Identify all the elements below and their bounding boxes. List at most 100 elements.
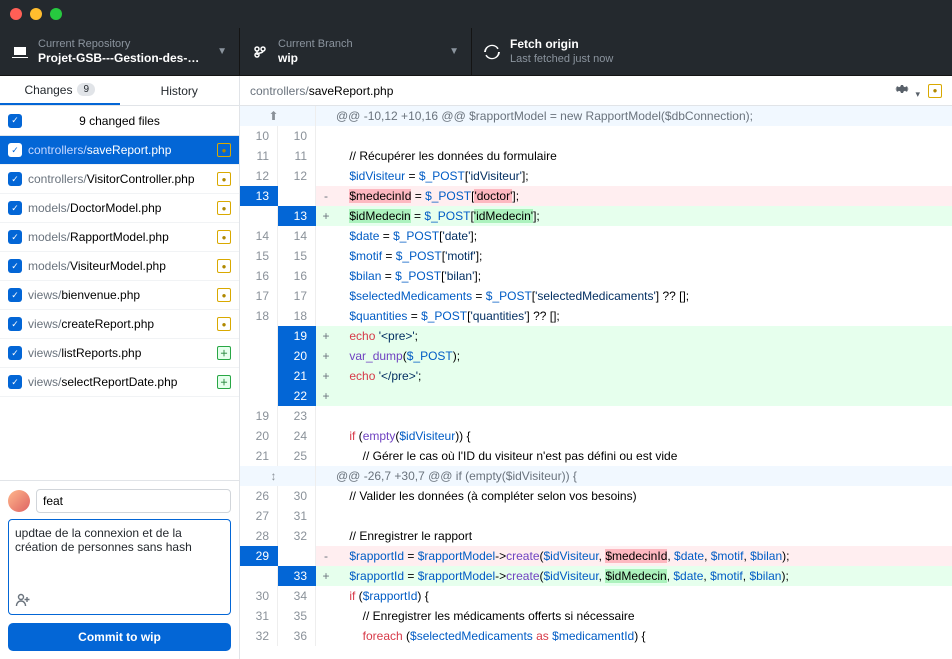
diff-line[interactable]: 2832 // Enregistrer le rapport	[240, 526, 952, 546]
line-number-old: 27	[240, 506, 278, 526]
repo-label: Current Repository	[38, 37, 217, 51]
line-number-new	[278, 546, 316, 566]
line-number-old: 28	[240, 526, 278, 546]
diff-line[interactable]: 1414 $date = $_POST['date'];	[240, 226, 952, 246]
select-all-checkbox[interactable]: ✓	[8, 114, 22, 128]
diff-line[interactable]: 29- $rapportId = $rapportModel->create($…	[240, 546, 952, 566]
diff-line[interactable]: 13- $medecinId = $_POST['doctor'];	[240, 186, 952, 206]
diff-line[interactable]: 22+	[240, 386, 952, 406]
file-row[interactable]: ✓ views/listReports.php ＋	[0, 339, 239, 368]
file-checkbox[interactable]: ✓	[8, 172, 22, 186]
commit-description-input[interactable]	[15, 526, 224, 596]
line-number-old: 30	[240, 586, 278, 606]
diff-line[interactable]: 2630 // Valider les données (à compléter…	[240, 486, 952, 506]
file-row[interactable]: ✓ views/createReport.php ●	[0, 310, 239, 339]
file-checkbox[interactable]: ✓	[8, 288, 22, 302]
expand-hunk-icon[interactable]: ↕	[240, 466, 316, 486]
diff-code: // Gérer le cas où l'ID du visiteur n'es…	[336, 446, 952, 466]
diff-code: $idMedecin = $_POST['idMedecin'];	[336, 206, 952, 226]
diff-line[interactable]: 13+ $idMedecin = $_POST['idMedecin'];	[240, 206, 952, 226]
line-number-old: 13	[240, 186, 278, 206]
line-number-new: 34	[278, 586, 316, 606]
branch-selector[interactable]: Current Branch wip ▼	[240, 28, 472, 75]
diff-code: // Enregistrer les médicaments offerts s…	[336, 606, 952, 626]
tab-history[interactable]: History	[120, 76, 240, 105]
diff-line[interactable]: 3236 foreach ($selectedMedicaments as $m…	[240, 626, 952, 646]
tab-changes[interactable]: Changes 9	[0, 76, 120, 105]
file-status-icon: ●	[217, 201, 231, 215]
file-row[interactable]: ✓ controllers/VisitorController.php ●	[0, 165, 239, 194]
maximize-window-icon[interactable]	[50, 8, 62, 20]
diff-code	[336, 506, 952, 526]
diff-sign	[316, 586, 336, 606]
diff-code: $idVisiteur = $_POST['idVisiteur'];	[336, 166, 952, 186]
diff-line[interactable]: 1818 $quantities = $_POST['quantities'] …	[240, 306, 952, 326]
diff-code: // Récupérer les données du formulaire	[336, 146, 952, 166]
diff-sign: +	[316, 566, 336, 586]
diff-sign	[316, 406, 336, 426]
diff-line[interactable]: 3135 // Enregistrer les médicaments offe…	[240, 606, 952, 626]
file-status-icon: ●	[217, 172, 231, 186]
diff-sign	[316, 266, 336, 286]
diff-line[interactable]: 2125 // Gérer le cas où l'ID du visiteur…	[240, 446, 952, 466]
file-row[interactable]: ✓ controllers/saveReport.php ●	[0, 136, 239, 165]
diff-line[interactable]: 1010	[240, 126, 952, 146]
file-row[interactable]: ✓ views/selectReportDate.php ＋	[0, 368, 239, 397]
diff-sign	[316, 626, 336, 646]
file-status-icon: ＋	[217, 375, 231, 389]
file-checkbox[interactable]: ✓	[8, 259, 22, 273]
line-number-old: 14	[240, 226, 278, 246]
diff-line[interactable]: 2731	[240, 506, 952, 526]
close-window-icon[interactable]	[10, 8, 22, 20]
repository-selector[interactable]: Current Repository Projet-GSB---Gestion-…	[0, 28, 240, 75]
file-row[interactable]: ✓ models/VisiteurModel.php ●	[0, 252, 239, 281]
diff-line[interactable]: 1515 $motif = $_POST['motif'];	[240, 246, 952, 266]
file-row[interactable]: ✓ models/DoctorModel.php ●	[0, 194, 239, 223]
sidebar: Changes 9 History ✓ 9 changed files ✓ co…	[0, 76, 240, 659]
diff-line[interactable]: 1923	[240, 406, 952, 426]
line-number-new	[278, 186, 316, 206]
file-path: views/selectReportDate.php	[28, 375, 217, 389]
diff-sign	[316, 606, 336, 626]
file-checkbox[interactable]: ✓	[8, 201, 22, 215]
file-checkbox[interactable]: ✓	[8, 346, 22, 360]
file-checkbox[interactable]: ✓	[8, 230, 22, 244]
file-checkbox[interactable]: ✓	[8, 143, 22, 157]
fetch-button[interactable]: Fetch origin Last fetched just now	[472, 28, 952, 75]
diff-line[interactable]: 21+ echo '</pre>';	[240, 366, 952, 386]
diff-line[interactable]: 1717 $selectedMedicaments = $_POST['sele…	[240, 286, 952, 306]
commit-summary-input[interactable]	[36, 489, 231, 513]
minimize-window-icon[interactable]	[30, 8, 42, 20]
diff-line[interactable]: ⬆@@ -10,12 +10,16 @@ $rapportModel = new…	[240, 106, 952, 126]
diff-line[interactable]: 3034 if ($rapportId) {	[240, 586, 952, 606]
diff-line[interactable]: 1212 $idVisiteur = $_POST['idVisiteur'];	[240, 166, 952, 186]
file-status-icon: ●	[217, 143, 231, 157]
file-path: views/bienvenue.php	[28, 288, 217, 302]
line-number-new: 18	[278, 306, 316, 326]
line-number-new: 25	[278, 446, 316, 466]
diff-line[interactable]: ↕@@ -26,7 +30,7 @@ if (empty($idVisiteur…	[240, 466, 952, 486]
gear-icon[interactable]: ▾	[894, 81, 920, 100]
diff-body[interactable]: ⬆@@ -10,12 +10,16 @@ $rapportModel = new…	[240, 106, 952, 659]
file-status-icon: ＋	[217, 346, 231, 360]
file-checkbox[interactable]: ✓	[8, 317, 22, 331]
file-status-icon: ●	[217, 259, 231, 273]
expand-hunk-icon[interactable]: ⬆	[240, 106, 316, 126]
diff-code	[336, 386, 952, 406]
file-checkbox[interactable]: ✓	[8, 375, 22, 389]
diff-line[interactable]: 33+ $rapportId = $rapportModel->create($…	[240, 566, 952, 586]
commit-button[interactable]: Commit to wip	[8, 623, 231, 651]
repo-value: Projet-GSB---Gestion-des-…	[38, 51, 217, 67]
add-coauthor-icon[interactable]	[15, 593, 31, 610]
diff-line[interactable]: 20+ var_dump($_POST);	[240, 346, 952, 366]
line-number-old: 19	[240, 406, 278, 426]
diff-sign: +	[316, 386, 336, 406]
diff-line[interactable]: 1111 // Récupérer les données du formula…	[240, 146, 952, 166]
diff-line[interactable]: 2024 if (empty($idVisiteur)) {	[240, 426, 952, 446]
file-row[interactable]: ✓ models/RapportModel.php ●	[0, 223, 239, 252]
diff-code: if ($rapportId) {	[336, 586, 952, 606]
diff-line[interactable]: 19+ echo '<pre>';	[240, 326, 952, 346]
file-row[interactable]: ✓ views/bienvenue.php ●	[0, 281, 239, 310]
diff-line[interactable]: 1616 $bilan = $_POST['bilan'];	[240, 266, 952, 286]
line-number-new: 10	[278, 126, 316, 146]
